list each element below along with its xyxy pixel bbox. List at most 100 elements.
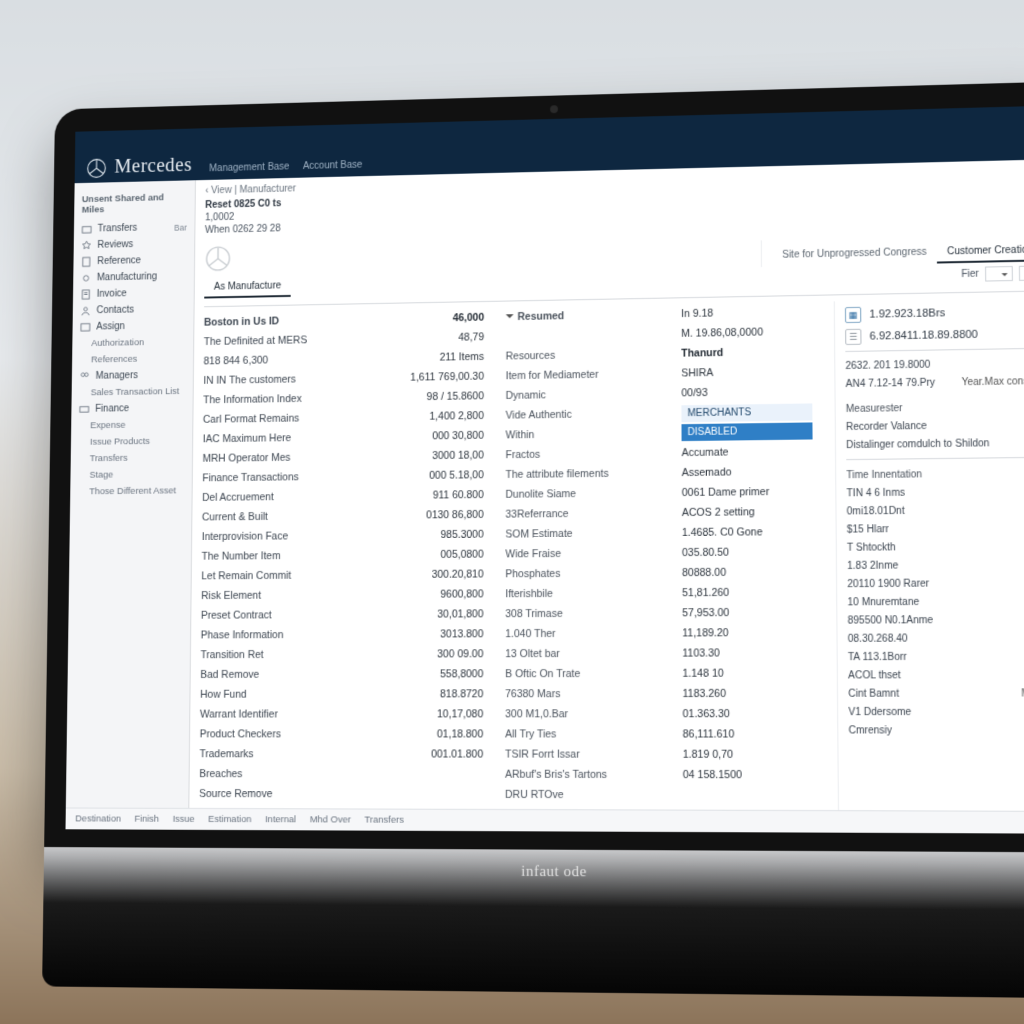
stat-primary: ▦1.92.923.18Brs [845, 304, 1024, 324]
sidebar-item-references[interactable]: References [78, 350, 188, 368]
table-row: Resources [506, 344, 660, 366]
table-row: 985.3000 [374, 525, 484, 546]
table-row: Transition Ret [200, 645, 351, 665]
right-table-header: Time Innentation [846, 468, 1024, 481]
filter-label: Fier [961, 269, 979, 280]
sidebar-item-sales-transaction[interactable]: Sales Transaction List [77, 383, 187, 401]
table-row: Warrant Identifier [200, 704, 351, 724]
table-row: Product Checkers [200, 724, 351, 744]
table-row: Bad Remove [200, 665, 351, 685]
main-content: ‹ View | Manufacturer Reset 0825 C0 ts 1… [189, 159, 1024, 833]
foot-estimation[interactable]: Estimation [208, 814, 251, 825]
chip-disabled[interactable]: DISABLED [681, 422, 812, 441]
table-row: 0130 86,800 [374, 505, 484, 526]
chip-merchants[interactable]: MERCHANTS [681, 403, 812, 422]
table-row: 300 09.00 [373, 644, 484, 664]
table-row: 11,189.20 [682, 623, 814, 644]
table-row: 1,611 769,00.30 [374, 367, 484, 388]
right-table-row: 895500 N0.1Anme9.0 [848, 611, 1024, 630]
sidebar-item-assign[interactable]: Assign [78, 317, 188, 335]
table-row: 1,400 2,800 [374, 406, 484, 427]
table-row: 01,18.800 [372, 724, 483, 744]
table-row: Ifterishbile [505, 583, 660, 604]
table-row: 001.01.800 [372, 744, 483, 764]
right-table-row: TA 113.1Borr7208 [848, 648, 1024, 667]
table-row: 818 844 6,300 [203, 349, 353, 371]
users-icon [79, 371, 90, 382]
foot-finish[interactable]: Finish [134, 814, 159, 825]
table-row: Current & Built [202, 506, 352, 527]
table-row: 1183.260 [682, 684, 814, 704]
user-icon [80, 306, 91, 317]
sidebar-item-contacts[interactable]: Contacts [78, 301, 188, 319]
sidebar-item-expense[interactable]: Expense [77, 416, 187, 434]
table-row: The attribute filements [505, 463, 659, 485]
table-row: TSIR Forrt Issar [505, 744, 660, 764]
brand-name: Mercedes [114, 154, 192, 178]
table-row: 80888.00 [682, 562, 814, 583]
table-row: 300.20,810 [373, 565, 483, 586]
tab-customer-creation[interactable]: Customer Creation [937, 240, 1024, 263]
table-row: Within [506, 423, 660, 445]
assign-icon [80, 322, 91, 333]
table-row: 818.8720 [373, 684, 484, 704]
header-tab-management[interactable]: Management Base [209, 162, 289, 175]
foot-issue[interactable]: Issue [173, 814, 195, 825]
table-row: Vide Authentic [506, 404, 660, 426]
gear-icon [81, 273, 92, 284]
content-tabs-right: Site for Unprogressed Congress Customer … [761, 234, 1024, 267]
sidebar-item-authorization[interactable]: Authorization [78, 334, 188, 352]
table-row: Carl Format Remains [203, 408, 353, 430]
table-row: 51,81.260 [682, 582, 814, 603]
folder-icon [81, 224, 92, 235]
data-columns: Boston in Us ID The Definited at MERS 81… [199, 297, 1024, 833]
table-row: 1.148 10 [682, 663, 814, 684]
table-row: The Number Item [201, 546, 352, 567]
table-row: ACOS 2 setting [682, 502, 813, 523]
table-row: The Information Index [203, 388, 353, 410]
foot-transfers[interactable]: Transfers [365, 815, 404, 826]
right-table-row: V1 Ddersome [848, 704, 1024, 723]
table-row: 98 / 15.8600 [374, 386, 484, 407]
invoice-icon [81, 289, 92, 300]
foot-mhd[interactable]: Mhd Over [310, 814, 351, 825]
table-row: 1103.30 [682, 643, 814, 664]
brand: Mercedes [86, 154, 192, 179]
table-row: 0061 Dame primer [682, 482, 813, 503]
table-row: Assemado [682, 462, 813, 483]
col-descriptions-2: Resumed ResourcesItem for MediameterDyna… [505, 305, 661, 834]
table-row: 30,01,800 [373, 604, 483, 624]
filter-row: Fier [761, 265, 1024, 286]
right-table-row: ACOL thset [848, 667, 1024, 686]
sidebar-item-finance[interactable]: Finance [77, 400, 187, 418]
sidebar-item-issue-products[interactable]: Issue Products [77, 433, 187, 451]
table-row: Risk Element [201, 585, 352, 606]
filter-select-1[interactable] [985, 266, 1013, 282]
tab-manufacture[interactable]: As Manufacture [204, 277, 291, 299]
right-section-header: Measurester [846, 401, 1024, 415]
table-row: Interprovision Face [202, 526, 352, 547]
tab-unprogressed[interactable]: Site for Unprogressed Congress [772, 243, 937, 267]
table-row: 300 M1,0.Bar [505, 704, 660, 724]
sidebar-item-diff-asset[interactable]: Those Different Asset [76, 482, 186, 500]
table-row: 005,0800 [373, 545, 483, 566]
sidebar-item-stage[interactable]: Stage [76, 466, 186, 484]
right-panel: ▦1.92.923.18Brs ☰6.92.8411.18.89.8800 26… [834, 297, 1024, 833]
table-row: Let Remain Commit [201, 565, 352, 586]
table-row: Finance Transactions [202, 467, 352, 488]
foot-destination[interactable]: Destination [75, 813, 121, 824]
sidebar-item-managers[interactable]: Managers [77, 367, 187, 385]
filter-select-2[interactable] [1019, 265, 1024, 281]
table-row: SOM Estimate [505, 523, 659, 544]
table-row: How Fund [200, 685, 351, 705]
inline-logo [204, 245, 231, 273]
table-row: 911 60.800 [374, 485, 484, 506]
sidebar-item-transfers-2[interactable]: Transfers [76, 449, 186, 467]
table-row: 035.80.50 [682, 542, 814, 563]
header-tab-account[interactable]: Account Base [303, 160, 363, 172]
table-row: 86,111.610 [683, 724, 815, 744]
table-row: 1.819 0,70 [683, 745, 815, 765]
table-row: 10,17,080 [373, 704, 484, 724]
foot-internal[interactable]: Internal [265, 814, 296, 825]
table-row: Wide Fraise [505, 543, 660, 564]
